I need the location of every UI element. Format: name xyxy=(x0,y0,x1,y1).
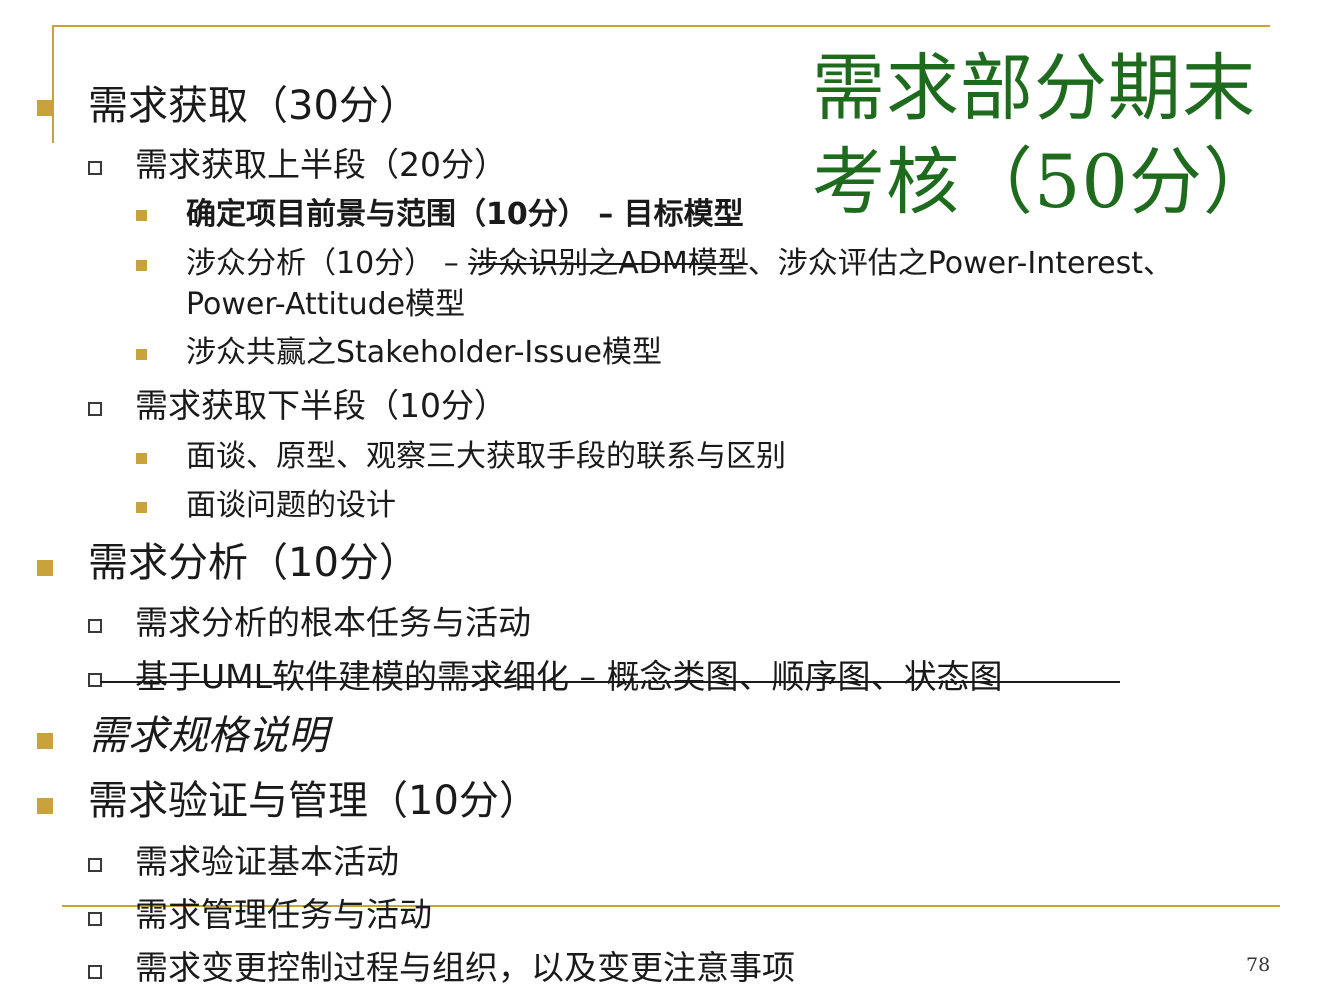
item-text: 面谈、原型、观察三大获取手段的联系与区别 xyxy=(186,439,786,474)
hollow-square-bullet-icon xyxy=(88,673,102,687)
square-bullet-icon xyxy=(37,733,53,749)
hollow-square-bullet-icon xyxy=(88,619,102,633)
item-text: 需求获取上半段（20分） xyxy=(135,145,507,184)
item-text: 确定项目前景与范围（10分） – 目标模型 xyxy=(186,197,744,232)
item-text: 需求变更控制过程与组织，以及变更注意事项 xyxy=(135,948,795,987)
item-text: 需求管理任务与活动 xyxy=(135,895,432,934)
item-text: 需求规格说明 xyxy=(88,713,328,759)
hollow-square-bullet-icon xyxy=(88,402,102,416)
item-text: 需求获取下半段（10分） xyxy=(135,386,507,425)
item-text: 涉众共赢之Stakeholder-Issue模型 xyxy=(186,335,662,370)
hollow-square-bullet-icon xyxy=(88,161,102,175)
square-bullet-icon xyxy=(37,100,53,116)
hollow-square-bullet-icon xyxy=(88,965,102,979)
item-text: 基于UML软件建模的需求细化 – 概念类图、顺序图、状态图 xyxy=(135,657,1003,696)
stakeholder-prefix: 涉众分析（10分） – xyxy=(186,246,469,281)
square-bullet-icon xyxy=(37,798,53,814)
item-text: 需求分析的根本任务与活动 xyxy=(135,603,531,642)
item-text: 需求验证基本活动 xyxy=(135,842,399,881)
item-text: 需求分析（10分） xyxy=(88,540,419,586)
item-text: 需求获取（30分） xyxy=(88,83,419,129)
stakeholder-struck: 涉众识别之ADM模型 xyxy=(468,246,748,281)
page-number: 78 xyxy=(1246,954,1271,976)
stakeholder-rest: 、涉众评估之Power-Interest、 xyxy=(747,246,1173,281)
item-text: 涉众分析（10分） – 涉众识别之ADM模型、涉众评估之Power-Intere… xyxy=(186,244,1173,284)
item-text-line2: Power-Attitude模型 xyxy=(186,287,466,322)
small-square-bullet-icon xyxy=(136,502,147,513)
slide-title: 需求部分期末考核（50分） xyxy=(812,46,1277,225)
small-square-bullet-icon xyxy=(136,260,147,271)
strikethrough-line xyxy=(100,681,1120,683)
hollow-square-bullet-icon xyxy=(88,912,102,926)
small-square-bullet-icon xyxy=(136,210,147,221)
item-text: 面谈问题的设计 xyxy=(186,488,396,523)
small-square-bullet-icon xyxy=(136,349,147,360)
frame-left-line xyxy=(52,25,54,143)
small-square-bullet-icon xyxy=(136,453,147,464)
frame-top-line xyxy=(52,25,1270,27)
square-bullet-icon xyxy=(37,560,53,576)
hollow-square-bullet-icon xyxy=(88,858,102,872)
item-text: 需求验证与管理（10分） xyxy=(88,778,539,824)
